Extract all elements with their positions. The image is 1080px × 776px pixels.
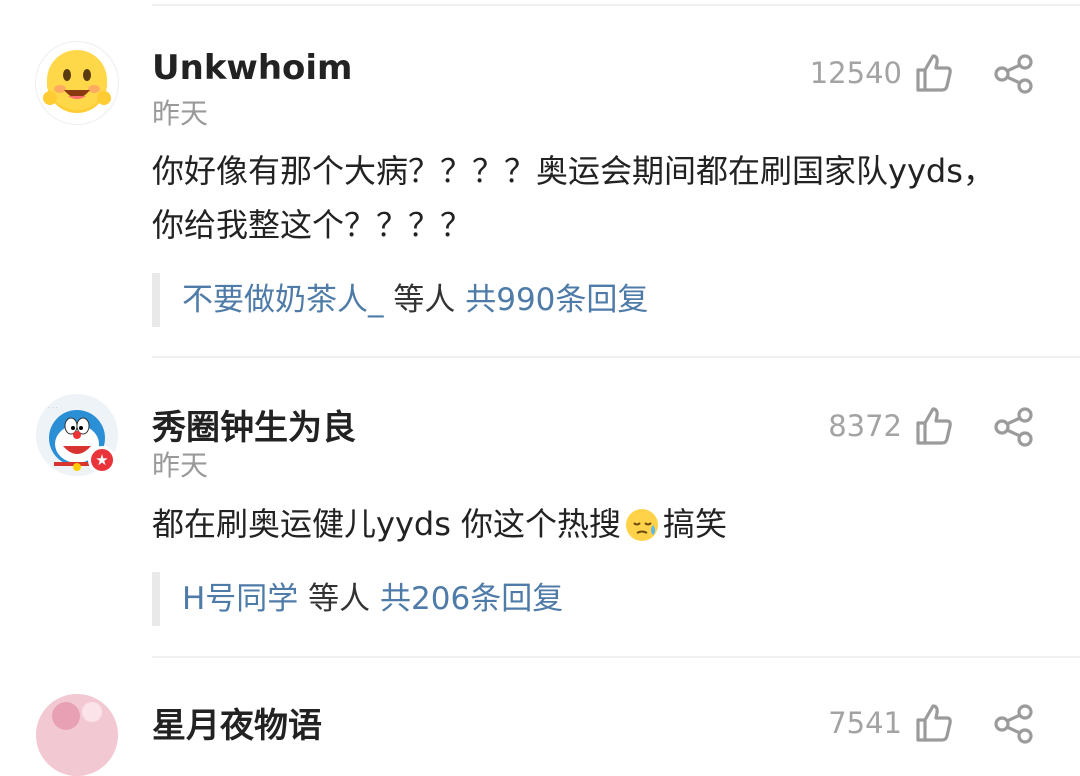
comment-text-part: 搞笑: [663, 505, 728, 543]
reply-count-link[interactable]: 共990条回复: [465, 282, 648, 318]
top-divider: [152, 4, 1080, 6]
like-count: 8372: [828, 409, 902, 443]
comment-text-line: 你好像有那个大病？？？？奥运会期间都在刷国家队yyds，: [152, 152, 995, 190]
username[interactable]: 星月夜物语: [152, 698, 322, 747]
timestamp: 昨天: [152, 97, 209, 130]
like-count: 7541: [828, 706, 902, 740]
reply-middle-text: 等人: [383, 282, 466, 318]
comment-text-line: 你给我整这个？？？？: [152, 206, 473, 244]
svg-text:· · ·: · · ·: [48, 405, 58, 412]
reply-users-link[interactable]: 不要做奶茶人_: [182, 282, 384, 318]
reply-count-link[interactable]: 共206条回复: [380, 581, 563, 617]
thumbs-up-icon[interactable]: [914, 52, 954, 94]
sweat-face-emoji-icon: [626, 509, 659, 541]
share-icon[interactable]: [994, 54, 1034, 94]
smiling-face-emoji-icon: [43, 50, 111, 113]
share-icon[interactable]: [994, 704, 1034, 744]
share-icon[interactable]: [994, 407, 1034, 447]
comment-divider: [152, 656, 1080, 658]
avatar[interactable]: [36, 42, 118, 124]
like-count: 12540: [809, 56, 902, 90]
username[interactable]: Unkwhoim: [152, 48, 352, 88]
thumbs-up-icon[interactable]: [914, 702, 954, 744]
reply-summary[interactable]: H号同学 等人 共206条回复: [152, 572, 563, 626]
timestamp: 昨天: [152, 449, 209, 482]
comment-divider: [152, 356, 1080, 358]
avatar[interactable]: [36, 694, 118, 776]
username[interactable]: 秀圈钟生为良: [152, 400, 356, 449]
thumbs-up-icon[interactable]: [914, 405, 954, 447]
comment-text-part: 都在刷奥运健儿yyds 你这个热搜: [152, 505, 622, 543]
user-avatar-icon: [36, 694, 118, 776]
comment-text: 都在刷奥运健儿yyds 你这个热搜 搞笑: [152, 497, 1042, 551]
reply-users-link[interactable]: H号同学: [182, 581, 298, 617]
reply-middle-text: 等人: [298, 581, 381, 617]
star-badge-icon: ★: [88, 446, 116, 474]
reply-summary[interactable]: 不要做奶茶人_ 等人 共990条回复: [152, 273, 648, 327]
comment-text: 你好像有那个大病？？？？奥运会期间都在刷国家队yyds， 你给我整这个？？？？: [152, 144, 1042, 252]
